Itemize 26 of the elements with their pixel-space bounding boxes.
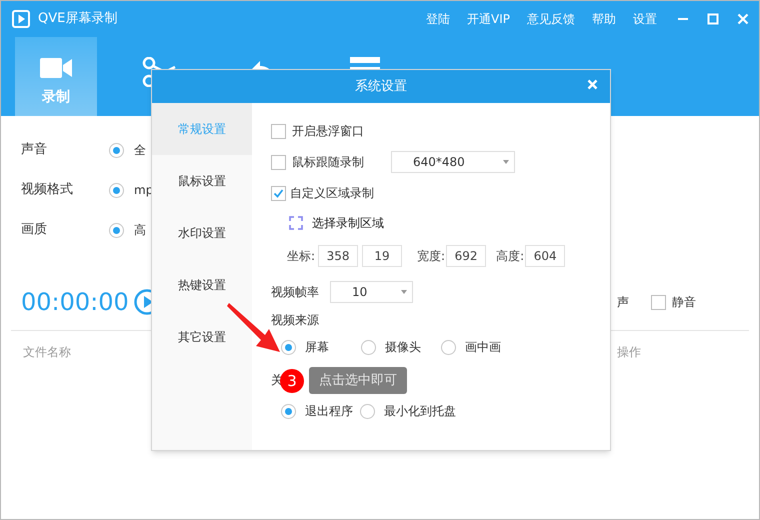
field-label: 宽度: [417,248,446,265]
option-text: 高 [134,222,146,239]
radio-label: 摄像头 [385,339,421,356]
option-label: 视频格式 [21,181,74,200]
dialog-title: 系统设置 [355,78,407,96]
radio-label: 画中画 [465,339,501,356]
tooltip: 点击选中即可 [309,367,407,394]
field-label: 坐标: [287,248,316,265]
option-text: 声 [617,294,629,311]
checkbox-label: 自定义区域录制 [290,185,374,202]
checkbox-label: 鼠标跟随录制 [292,154,365,171]
column-header: 文件名称 [23,344,71,361]
radio-label: 退出程序 [305,403,353,420]
column-header: 操作 [617,344,641,361]
option-text: 静音 [672,294,696,311]
radio-label: 最小化到托盘 [384,403,456,420]
option-label: 声音 [21,141,48,160]
field-label: 视频帧率 [271,284,320,301]
window-title: QVE屏幕录制 [38,10,118,28]
timer: 00:00:00 [21,287,130,318]
option-label: 画质 [21,221,48,240]
checkbox-label: 开启悬浮窗口 [292,123,364,140]
option-text: 全 [134,142,146,159]
radio-label: 屏幕 [305,339,329,356]
section-label: 视频来源 [271,312,320,329]
field-label: 高度: [496,248,524,265]
